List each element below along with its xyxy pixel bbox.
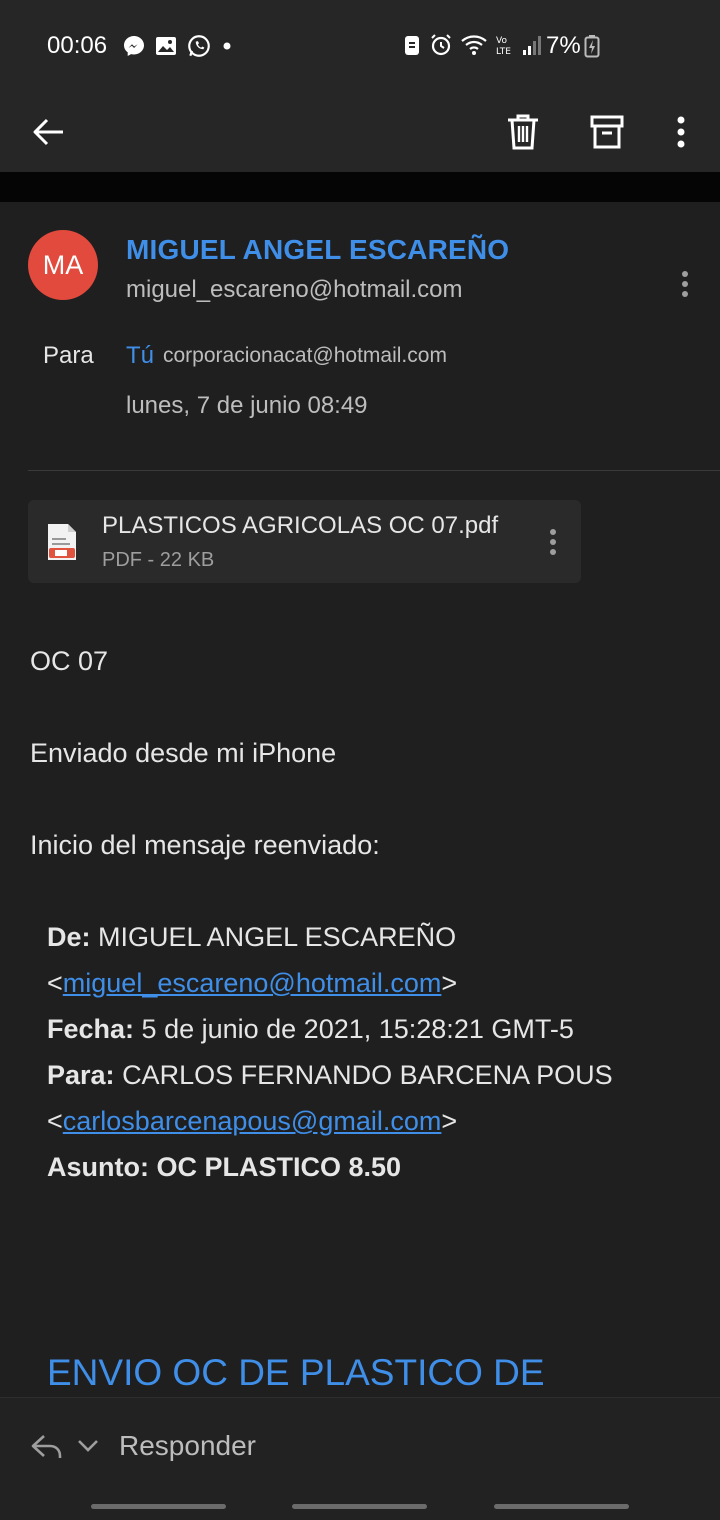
forward-from-email-line: <miguel_escareno@hotmail.com>: [47, 968, 458, 998]
pdf-file-icon: [46, 522, 78, 567]
attachment-options-button[interactable]: [540, 522, 566, 562]
dot-icon: [220, 34, 234, 63]
forward-date-value: 5 de junio de 2021, 15:28:21 GMT-5: [141, 1014, 574, 1044]
signal-icon: [522, 33, 542, 62]
more-vertical-icon: [682, 271, 688, 297]
header-divider: [28, 470, 720, 471]
volte-icon: Vo LTE: [495, 33, 515, 62]
forward-date-line: Fecha: 5 de junio de 2021, 15:28:21 GMT-…: [47, 1014, 574, 1045]
system-icons: Vo LTE: [402, 33, 542, 62]
battery-percent: 7%: [546, 32, 581, 59]
message-options-button[interactable]: [670, 264, 700, 304]
chevron-down-icon[interactable]: [76, 1436, 100, 1461]
forward-subject-label: Asunto:: [47, 1152, 149, 1182]
forward-from-label: De:: [47, 922, 91, 952]
email-view: 00:06 Vo LTE 7% MA MIGUEL ANGEL ESCAREÑO…: [0, 0, 720, 1520]
status-bar: 00:06 Vo LTE 7%: [0, 0, 720, 92]
forward-from-name: MIGUEL ANGEL ESCAREÑO: [98, 922, 457, 952]
forward-from-email-link[interactable]: miguel_escareno@hotmail.com: [63, 968, 442, 998]
forward-to-line: Para: CARLOS FERNANDO BARCENA POUS: [47, 1060, 613, 1091]
reply-button[interactable]: Responder: [119, 1430, 256, 1462]
forward-to-label: Para:: [47, 1060, 115, 1090]
nav-back-handle[interactable]: [494, 1504, 629, 1509]
more-options-button[interactable]: [651, 102, 711, 162]
whatsapp-icon: [186, 33, 212, 64]
gallery-icon: [154, 34, 178, 63]
reply-bar: Responder: [0, 1397, 720, 1520]
attachment-name: PLASTICOS AGRICOLAS OC 07.pdf: [102, 512, 499, 539]
forward-date-label: Fecha:: [47, 1014, 135, 1044]
messenger-icon: [122, 34, 146, 63]
arrow-left-icon: [33, 118, 63, 146]
archive-icon: [590, 115, 624, 149]
attachment-meta: PDF - 22 KB: [102, 549, 215, 571]
reply-icon[interactable]: [30, 1432, 64, 1467]
battery-charging-icon: [584, 34, 600, 63]
more-vertical-icon: [550, 529, 556, 555]
wifi-icon: [460, 33, 488, 62]
status-time: 00:06: [47, 32, 108, 59]
nav-home-handle[interactable]: [292, 1504, 427, 1509]
body-heading: ENVIO OC DE PLASTICO DE: [47, 1352, 545, 1393]
recipient-label: Para: [43, 342, 94, 369]
delete-button[interactable]: [493, 102, 553, 162]
trash-icon: [508, 114, 538, 150]
forward-subject-value: OC PLASTICO 8.50: [156, 1152, 402, 1182]
recipient-email: corporacionacat@hotmail.com: [163, 344, 447, 367]
back-button[interactable]: [19, 102, 79, 162]
forward-to-name: CARLOS FERNANDO BARCENA POUS: [122, 1060, 613, 1090]
notification-icons: [122, 33, 234, 64]
svg-text:Vo: Vo: [496, 36, 507, 46]
body-line-forward-intro: Inicio del mensaje reenviado:: [30, 830, 380, 860]
recycle-icon: [402, 33, 422, 62]
svg-text:LTE: LTE: [496, 47, 511, 57]
recipient-name[interactable]: Tú: [126, 342, 154, 370]
top-toolbar: [0, 92, 720, 172]
sender-avatar[interactable]: MA: [28, 230, 98, 300]
forward-to-email-line: <carlosbarcenapous@gmail.com>: [47, 1106, 458, 1136]
forward-from-line: De: MIGUEL ANGEL ESCAREÑO: [47, 922, 456, 953]
archive-button[interactable]: [577, 102, 637, 162]
forward-to-email-link[interactable]: carlosbarcenapous@gmail.com: [63, 1106, 442, 1136]
message-date: lunes, 7 de junio 08:49: [126, 392, 368, 419]
sender-name[interactable]: MIGUEL ANGEL ESCAREÑO: [126, 234, 509, 266]
more-vertical-icon: [677, 116, 685, 148]
body-line-oc: OC 07: [30, 646, 109, 676]
alarm-icon: [429, 33, 453, 62]
forward-subject-line: Asunto: OC PLASTICO 8.50: [47, 1152, 401, 1183]
separator-strip: [0, 172, 720, 202]
sender-email: miguel_escareno@hotmail.com: [126, 276, 463, 303]
nav-recents-handle[interactable]: [91, 1504, 226, 1509]
attachment-card[interactable]: PLASTICOS AGRICOLAS OC 07.pdf PDF - 22 K…: [28, 500, 581, 583]
body-line-sent-from: Enviado desde mi iPhone: [30, 738, 337, 768]
